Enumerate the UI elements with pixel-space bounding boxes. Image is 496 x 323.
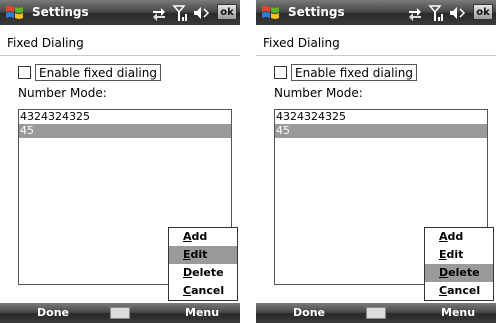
divider [0, 55, 240, 56]
signal-strength-icon[interactable] [172, 3, 190, 23]
context-menu: Add Edit Delete Cancel [168, 227, 238, 301]
windows-start-icon[interactable] [260, 3, 282, 23]
menu-item-delete[interactable]: Delete [169, 264, 237, 282]
signal-strength-icon[interactable] [428, 3, 446, 23]
screen-right: Settings ok Fixed Dialing Enable fixed d… [256, 0, 496, 323]
keyboard-icon[interactable] [366, 307, 386, 319]
divider [256, 55, 496, 56]
speaker-icon[interactable] [192, 3, 210, 23]
enable-fixed-dialing-checkbox[interactable] [18, 66, 31, 79]
menu-item-edit[interactable]: Edit [169, 246, 237, 264]
ok-button[interactable]: ok [217, 4, 237, 20]
menu-item-cancel[interactable]: Cancel [169, 282, 237, 300]
page-title: Fixed Dialing [7, 36, 84, 50]
context-menu: Add Edit Delete Cancel [424, 227, 494, 301]
page-title: Fixed Dialing [263, 36, 340, 50]
list-item[interactable]: 45 [19, 124, 231, 138]
enable-fixed-dialing-label[interactable]: Enable fixed dialing [291, 64, 417, 81]
ok-button[interactable]: ok [473, 4, 493, 20]
screen-gap [240, 0, 256, 323]
speaker-icon[interactable] [448, 3, 466, 23]
list-item[interactable]: 4324324325 [19, 110, 231, 124]
softkey-bar: Done Menu [0, 303, 240, 323]
title-bar: Settings ok [256, 0, 496, 25]
enable-fixed-dialing-label[interactable]: Enable fixed dialing [35, 64, 161, 81]
menu-item-edit[interactable]: Edit [425, 246, 493, 264]
enable-fixed-dialing-checkbox[interactable] [274, 66, 287, 79]
list-item[interactable]: 45 [275, 124, 487, 138]
menu-softkey[interactable]: Menu [441, 306, 475, 319]
softkey-bar: Done Menu [256, 303, 496, 323]
menu-softkey[interactable]: Menu [185, 306, 219, 319]
number-mode-label: Number Mode: [274, 86, 363, 100]
number-mode-label: Number Mode: [18, 86, 107, 100]
app-title: Settings [32, 5, 89, 19]
title-bar: Settings ok [0, 0, 240, 25]
done-softkey[interactable]: Done [37, 306, 69, 319]
keyboard-icon[interactable] [110, 307, 130, 319]
done-softkey[interactable]: Done [293, 306, 325, 319]
screen-left: Settings ok Fixed Dialing Enable fixed d… [0, 0, 240, 323]
list-item[interactable]: 4324324325 [275, 110, 487, 124]
activesync-icon[interactable] [150, 3, 168, 23]
menu-item-cancel[interactable]: Cancel [425, 282, 493, 300]
menu-item-delete[interactable]: Delete [425, 264, 493, 282]
windows-start-icon[interactable] [4, 3, 26, 23]
menu-item-add[interactable]: Add [425, 228, 493, 246]
app-title: Settings [288, 5, 345, 19]
menu-item-add[interactable]: Add [169, 228, 237, 246]
activesync-icon[interactable] [406, 3, 424, 23]
